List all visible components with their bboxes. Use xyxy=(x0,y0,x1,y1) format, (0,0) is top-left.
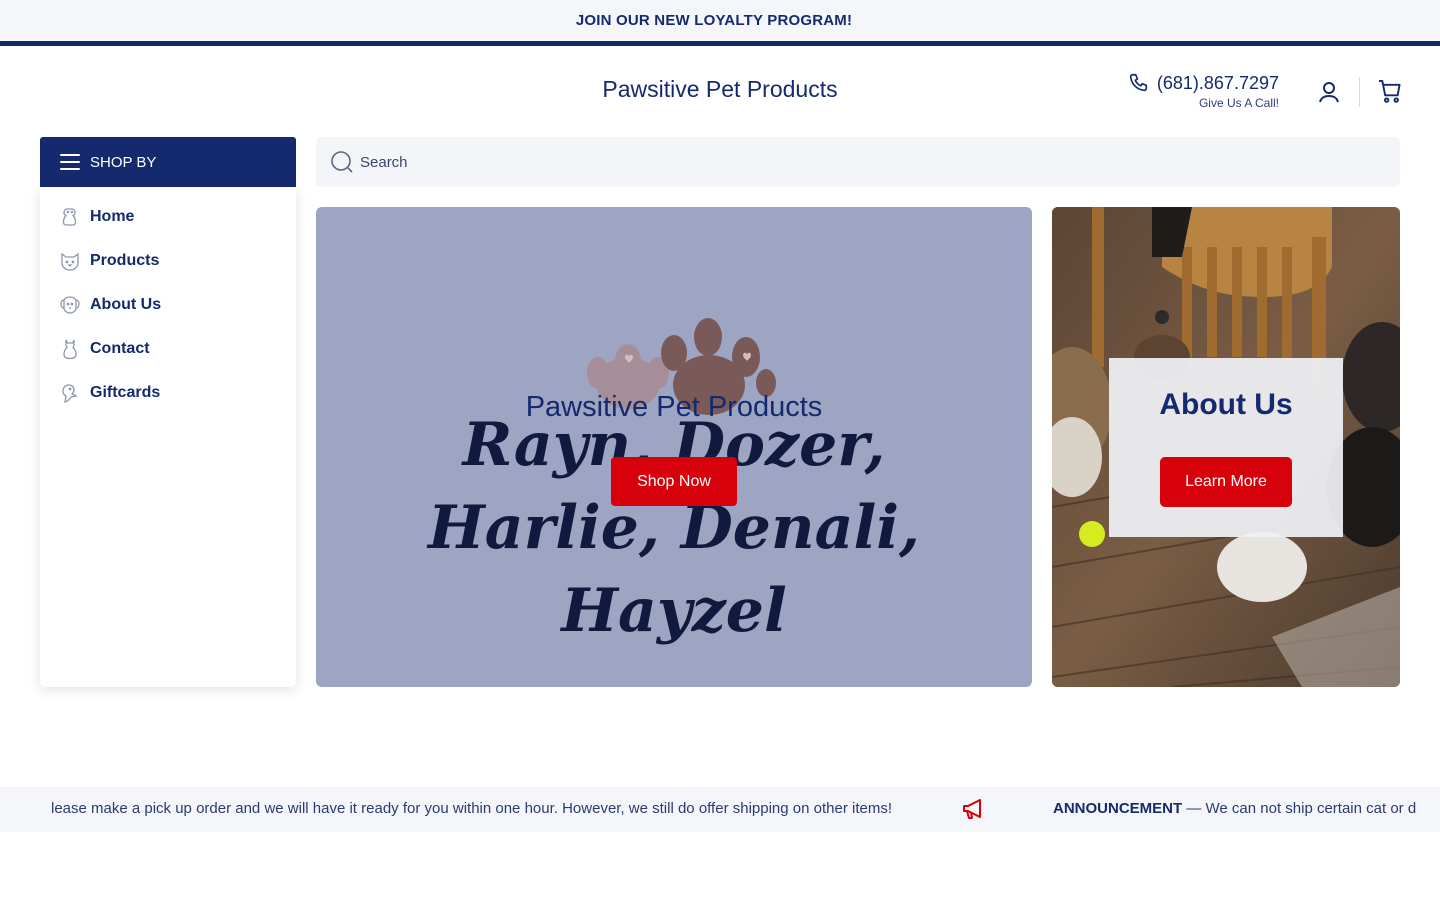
phone-icon xyxy=(1129,73,1148,92)
about-us-card: About Us Learn More xyxy=(1109,358,1343,537)
search-input[interactable] xyxy=(360,137,1380,187)
hero-pet-names: Rayn, Dozer, Harlie, Denali, Hayzel xyxy=(316,404,1032,653)
shop-by-menu-toggle[interactable]: SHOP BY xyxy=(40,137,296,187)
dog-icon xyxy=(62,208,77,226)
hero-title: Pawsitive Pet Products xyxy=(525,391,823,423)
site-header: Pawsitive Pet Products (681).867.7297 Gi… xyxy=(0,46,1440,137)
phone-contact[interactable]: (681).867.7297 Give Us A Call! xyxy=(1124,72,1280,112)
user-icon[interactable] xyxy=(1318,80,1340,104)
ticker-announcement: ANNOUNCEMENT — We can not ship certain c… xyxy=(1053,800,1416,817)
category-sidebar: Home Products About Us Contact Giftcards xyxy=(40,187,296,687)
search-bar xyxy=(316,137,1400,187)
hero-banner: Rayn, Dozer, Harlie, Denali, Hayzel Paws… xyxy=(316,207,1032,687)
sidebar-item-home[interactable]: Home xyxy=(40,199,296,235)
about-us-banner: About Us Learn More xyxy=(1052,207,1400,687)
announcement-ticker: lease make a pick up order and we will h… xyxy=(0,787,1440,832)
about-us-title: About Us xyxy=(1159,388,1293,421)
sidebar-item-contact[interactable]: Contact xyxy=(40,331,296,367)
megaphone-icon xyxy=(963,799,981,819)
sidebar-item-giftcards[interactable]: Giftcards xyxy=(40,375,296,411)
hero-name-line: Hayzel xyxy=(561,576,787,646)
header-divider xyxy=(1359,77,1360,107)
ticker-message-tail: lease make a pick up order and we will h… xyxy=(50,800,892,817)
cart-icon[interactable] xyxy=(1378,79,1401,104)
announcement-text[interactable]: JOIN OUR NEW LOYALTY PROGRAM! xyxy=(576,12,864,29)
phone-number[interactable]: (681).867.7297 xyxy=(1157,73,1279,94)
hamburger-icon xyxy=(60,154,80,170)
bird-icon xyxy=(62,384,78,403)
ticker-heading: ANNOUNCEMENT xyxy=(1053,800,1183,817)
search-icon[interactable] xyxy=(330,150,354,174)
puppy-face-icon xyxy=(60,296,80,314)
sidebar-item-label: Home xyxy=(90,208,135,225)
sitting-cat-icon xyxy=(63,339,77,360)
sidebar-item-label: About Us xyxy=(90,296,162,313)
shop-now-button[interactable]: Shop Now xyxy=(611,457,737,506)
sidebar-item-about-us[interactable]: About Us xyxy=(40,287,296,323)
shop-by-label: SHOP BY xyxy=(90,153,157,171)
announcement-bar[interactable]: JOIN OUR NEW LOYALTY PROGRAM! xyxy=(0,0,1440,41)
ticker-message-head: — We can not ship certain cat or d xyxy=(1182,800,1417,817)
sidebar-item-products[interactable]: Products xyxy=(40,243,296,279)
sidebar-item-label: Giftcards xyxy=(90,384,161,401)
phone-caption: Give Us A Call! xyxy=(1198,96,1279,110)
learn-more-button[interactable]: Learn More xyxy=(1160,457,1292,507)
sidebar-item-label: Products xyxy=(90,252,160,269)
cat-face-icon xyxy=(61,252,79,271)
sidebar-item-label: Contact xyxy=(90,340,150,357)
